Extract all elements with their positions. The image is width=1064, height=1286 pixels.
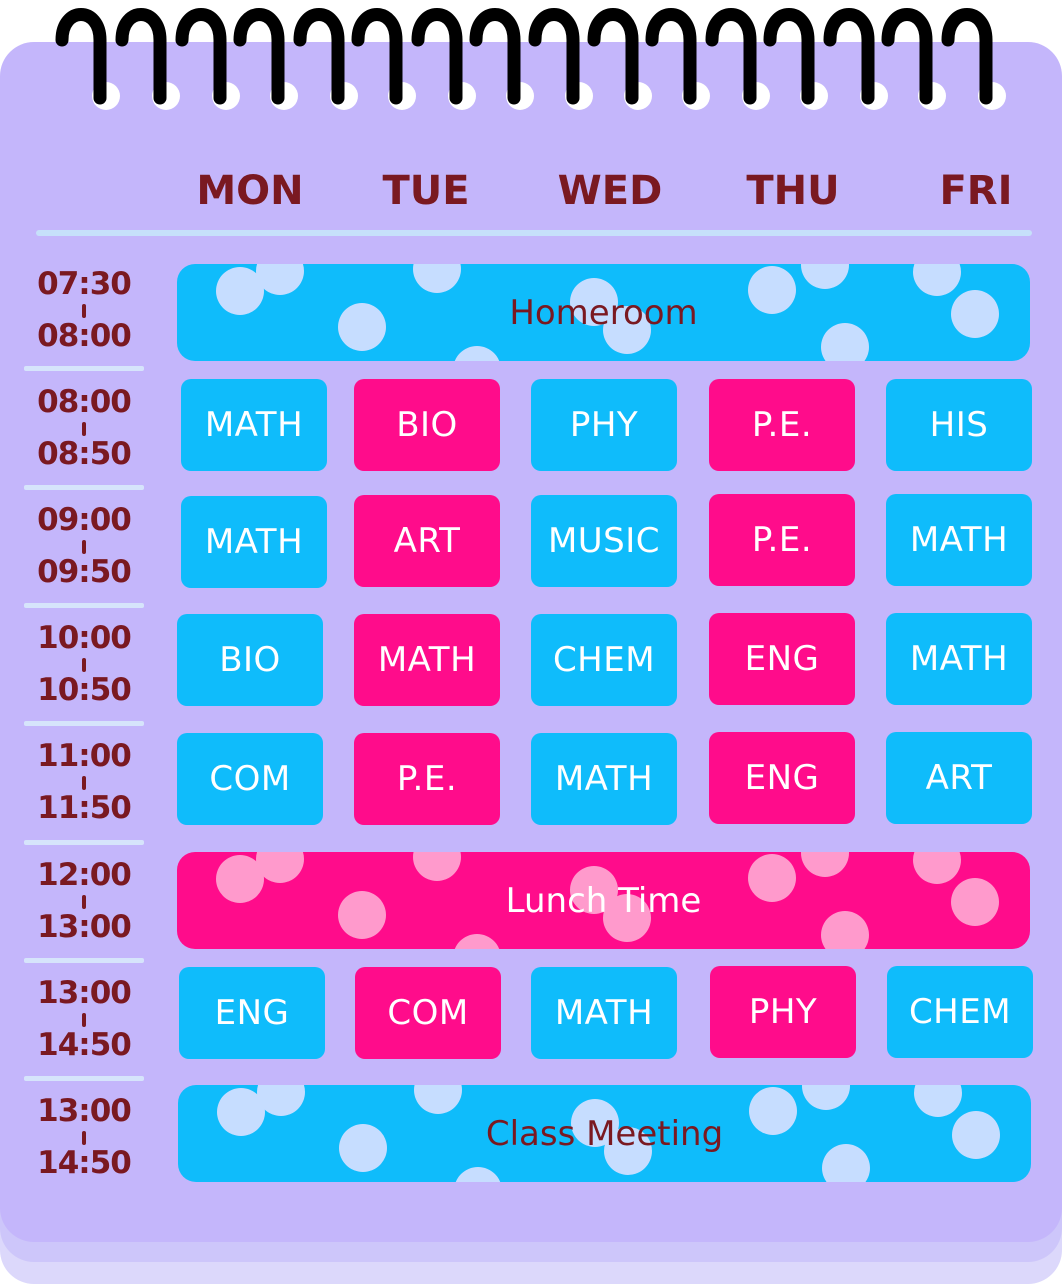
period-fri-2: MATH bbox=[886, 494, 1032, 586]
period-mon-4: COM bbox=[177, 733, 323, 825]
binding-ring bbox=[763, 8, 815, 105]
time-end: 08:00 bbox=[37, 318, 132, 354]
row-divider bbox=[24, 603, 144, 608]
period-thu-5: PHY bbox=[710, 966, 856, 1058]
period-wed-4: MATH bbox=[531, 733, 677, 825]
period-thu-4: ENG bbox=[709, 732, 855, 824]
binding-ring bbox=[351, 8, 403, 105]
day-header-wed: WED bbox=[557, 168, 663, 214]
period-tue-2: ART bbox=[354, 495, 500, 587]
binding-ring bbox=[705, 8, 757, 105]
time-slot-3: 09:00 09:50 bbox=[24, 494, 144, 598]
homeroom-block: Homeroom bbox=[177, 264, 1030, 361]
period-tue-3: MATH bbox=[354, 614, 500, 706]
time-slot-8: 13:00 14:50 bbox=[24, 1085, 144, 1189]
period-tue-1: BIO bbox=[354, 379, 500, 471]
binding-ring bbox=[411, 8, 463, 105]
time-end: 11:50 bbox=[37, 790, 132, 826]
period-mon-3: BIO bbox=[177, 614, 323, 706]
binding-ring bbox=[115, 8, 167, 105]
binding-ring bbox=[175, 8, 227, 105]
time-start: 12:00 bbox=[37, 857, 132, 893]
time-start: 13:00 bbox=[37, 1093, 132, 1129]
binding-ring bbox=[587, 8, 639, 105]
time-start: 13:00 bbox=[37, 975, 132, 1011]
period-thu-3: ENG bbox=[709, 613, 855, 705]
row-divider bbox=[24, 485, 144, 490]
period-thu-2: P.E. bbox=[709, 494, 855, 586]
row-divider bbox=[24, 721, 144, 726]
period-wed-5: MATH bbox=[531, 967, 677, 1059]
time-slot-1: 07:30 08:00 bbox=[24, 258, 144, 362]
period-fri-5: CHEM bbox=[887, 966, 1033, 1058]
binding-ring bbox=[881, 8, 933, 105]
period-fri-1: HIS bbox=[886, 379, 1032, 471]
lunch-label: Lunch Time bbox=[505, 880, 702, 921]
day-header-tue: TUE bbox=[382, 168, 470, 214]
period-tue-5: COM bbox=[355, 967, 501, 1059]
row-divider bbox=[24, 1076, 144, 1081]
time-end: 14:50 bbox=[37, 1027, 132, 1063]
class-meeting-block: Class Meeting bbox=[178, 1085, 1031, 1182]
binding-ring bbox=[55, 8, 107, 105]
period-thu-1: P.E. bbox=[709, 379, 855, 471]
period-fri-3: MATH bbox=[886, 613, 1032, 705]
period-mon-5: ENG bbox=[179, 967, 325, 1059]
time-start: 11:00 bbox=[37, 738, 132, 774]
time-start: 08:00 bbox=[37, 384, 132, 420]
time-slot-7: 13:00 14:50 bbox=[24, 967, 144, 1071]
time-start: 07:30 bbox=[37, 266, 132, 302]
time-slot-4: 10:00 10:50 bbox=[24, 612, 144, 716]
period-mon-1: MATH bbox=[181, 379, 327, 471]
homeroom-label: Homeroom bbox=[509, 292, 698, 333]
period-fri-4: ART bbox=[886, 732, 1032, 824]
binding-ring bbox=[293, 8, 345, 105]
lunch-block: Lunch Time bbox=[177, 852, 1030, 949]
time-slot-2: 08:00 08:50 bbox=[24, 376, 144, 480]
class-meeting-label: Class Meeting bbox=[485, 1113, 724, 1154]
period-wed-3: CHEM bbox=[531, 614, 677, 706]
time-end: 14:50 bbox=[37, 1145, 132, 1181]
period-wed-2: MUSIC bbox=[531, 495, 677, 587]
day-header-mon: MON bbox=[196, 168, 304, 214]
time-end: 09:50 bbox=[37, 554, 132, 590]
time-start: 10:00 bbox=[37, 620, 132, 656]
binding-ring bbox=[233, 8, 285, 105]
row-divider bbox=[24, 958, 144, 963]
time-start: 09:00 bbox=[37, 502, 132, 538]
time-end: 08:50 bbox=[37, 436, 132, 472]
period-wed-1: PHY bbox=[531, 379, 677, 471]
time-end: 10:50 bbox=[37, 672, 132, 708]
binding-ring bbox=[941, 8, 993, 105]
binding-ring bbox=[823, 8, 875, 105]
header-divider bbox=[36, 230, 1032, 236]
row-divider bbox=[24, 366, 144, 371]
binding-ring bbox=[645, 8, 697, 105]
period-mon-2: MATH bbox=[181, 496, 327, 588]
day-header-thu: THU bbox=[746, 168, 840, 214]
period-tue-4: P.E. bbox=[354, 733, 500, 825]
time-end: 13:00 bbox=[37, 909, 132, 945]
time-slot-5: 11:00 11:50 bbox=[24, 730, 144, 834]
row-divider bbox=[24, 840, 144, 845]
spiral-binding-rings bbox=[55, 8, 1006, 110]
time-slot-6: 12:00 13:00 bbox=[24, 849, 144, 953]
binding-ring bbox=[528, 8, 580, 105]
binding-ring bbox=[469, 8, 521, 105]
day-header-fri: FRI bbox=[939, 168, 1013, 214]
